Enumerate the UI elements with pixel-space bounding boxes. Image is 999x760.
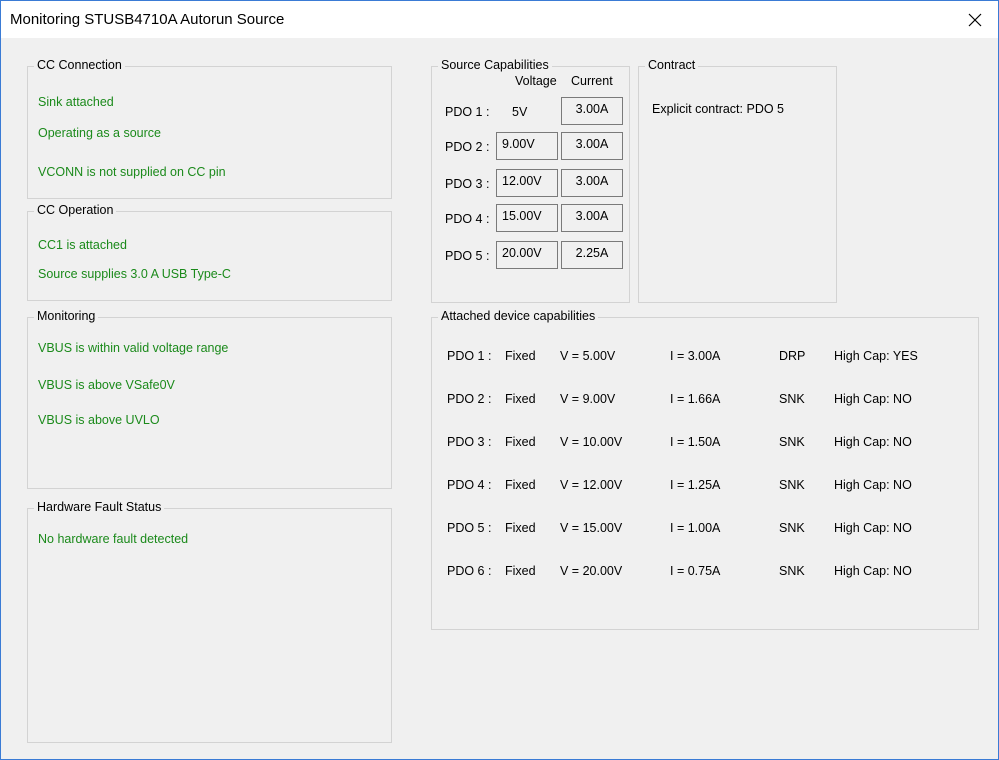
attached-pdo-voltage: V = 12.00V (560, 478, 623, 492)
cc-connection-status-1: Sink attached (38, 95, 114, 109)
attached-pdo-role: DRP (779, 349, 806, 363)
contract-status: Explicit contract: PDO 5 (652, 102, 784, 116)
cc-connection-status-2: Operating as a source (38, 126, 161, 140)
source-pdo-current: 2.25A (561, 241, 623, 269)
monitoring-group: Monitoring VBUS is within valid voltage … (27, 309, 392, 489)
close-icon (968, 13, 982, 26)
attached-pdo-type: Fixed (505, 349, 536, 363)
attached-pdo-label: PDO 6 : (447, 564, 492, 578)
close-button[interactable] (952, 1, 998, 38)
attached-pdo-voltage: V = 9.00V (560, 392, 616, 406)
source-pdo-label: PDO 3 : (445, 177, 490, 191)
attached-pdo-highcap: High Cap: NO (834, 392, 912, 406)
attached-pdo-current: I = 1.00A (670, 521, 721, 535)
attached-pdo-current: I = 1.66A (670, 392, 721, 406)
source-pdo-current: 3.00A (561, 97, 623, 125)
attached-pdo-role: SNK (779, 564, 805, 578)
cc-operation-group: CC Operation CC1 is attached Source supp… (27, 203, 392, 301)
source-pdo-voltage: 12.00V (496, 169, 558, 197)
source-pdo-label: PDO 1 : (445, 105, 490, 119)
cc-connection-title: CC Connection (34, 58, 125, 72)
hardware-fault-group: Hardware Fault Status No hardware fault … (27, 500, 392, 743)
monitoring-status-3: VBUS is above UVLO (38, 413, 160, 427)
attached-pdo-highcap: High Cap: NO (834, 478, 912, 492)
hardware-fault-status: No hardware fault detected (38, 532, 189, 546)
attached-pdo-current: I = 0.75A (670, 564, 721, 578)
attached-pdo-label: PDO 4 : (447, 478, 492, 492)
attached-pdo-label: PDO 3 : (447, 435, 492, 449)
attached-pdo-highcap: High Cap: NO (834, 521, 912, 535)
attached-pdo-type: Fixed (505, 564, 536, 578)
attached-pdo-role: SNK (779, 435, 805, 449)
cc-connection-group: CC Connection Sink attached Operating as… (27, 58, 392, 199)
source-pdo-voltage: 20.00V (496, 241, 558, 269)
attached-pdo-label: PDO 2 : (447, 392, 492, 406)
attached-capabilities-group: Attached device capabilities PDO 1 : Fix… (431, 309, 979, 630)
source-pdo-label: PDO 5 : (445, 249, 490, 263)
attached-pdo-current: I = 3.00A (670, 349, 721, 363)
cc-connection-status-3: VCONN is not supplied on CC pin (38, 165, 226, 179)
cc-operation-title: CC Operation (34, 203, 117, 217)
source-pdo-current: 3.00A (561, 204, 623, 232)
attached-pdo-highcap: High Cap: YES (834, 349, 918, 363)
source-pdo-voltage: 15.00V (496, 204, 558, 232)
attached-pdo-role: SNK (779, 521, 805, 535)
attached-pdo-highcap: High Cap: NO (834, 564, 912, 578)
source-pdo-label: PDO 4 : (445, 212, 490, 226)
source-pdo-current: 3.00A (561, 132, 623, 160)
attached-pdo-label: PDO 5 : (447, 521, 492, 535)
attached-pdo-role: SNK (779, 478, 805, 492)
cc-operation-status-2: Source supplies 3.0 A USB Type-C (38, 267, 231, 281)
monitoring-title: Monitoring (34, 309, 99, 323)
title-bar: Monitoring STUSB4710A Autorun Source (1, 1, 998, 38)
voltage-column-header: Voltage (515, 74, 557, 88)
attached-pdo-highcap: High Cap: NO (834, 435, 912, 449)
source-pdo-voltage: 9.00V (496, 132, 558, 160)
attached-pdo-current: I = 1.50A (670, 435, 721, 449)
cc-operation-status-1: CC1 is attached (38, 238, 127, 252)
monitoring-status-2: VBUS is above VSafe0V (38, 378, 175, 392)
attached-pdo-role: SNK (779, 392, 805, 406)
attached-pdo-type: Fixed (505, 478, 536, 492)
attached-pdo-type: Fixed (505, 521, 536, 535)
attached-pdo-voltage: V = 20.00V (560, 564, 623, 578)
attached-pdo-voltage: V = 10.00V (560, 435, 623, 449)
contract-group: Contract Explicit contract: PDO 5 (638, 58, 837, 303)
source-capabilities-group: Source Capabilities Voltage Current PDO … (431, 58, 630, 303)
contract-title: Contract (645, 58, 699, 72)
current-column-header: Current (571, 74, 613, 88)
hardware-fault-title: Hardware Fault Status (34, 500, 165, 514)
attached-capabilities-title: Attached device capabilities (438, 309, 599, 323)
source-pdo-label: PDO 2 : (445, 140, 490, 154)
source-pdo-current: 3.00A (561, 169, 623, 197)
attached-pdo-voltage: V = 5.00V (560, 349, 616, 363)
attached-pdo-type: Fixed (505, 435, 536, 449)
window-title: Monitoring STUSB4710A Autorun Source (10, 11, 285, 28)
monitoring-window: Monitoring STUSB4710A Autorun Source CC … (0, 0, 999, 760)
attached-pdo-current: I = 1.25A (670, 478, 721, 492)
source-capabilities-title: Source Capabilities (438, 58, 552, 72)
attached-pdo-voltage: V = 15.00V (560, 521, 623, 535)
source-pdo-voltage: 5V (512, 105, 528, 119)
attached-pdo-type: Fixed (505, 392, 536, 406)
attached-pdo-label: PDO 1 : (447, 349, 492, 363)
monitoring-status-1: VBUS is within valid voltage range (38, 341, 229, 355)
